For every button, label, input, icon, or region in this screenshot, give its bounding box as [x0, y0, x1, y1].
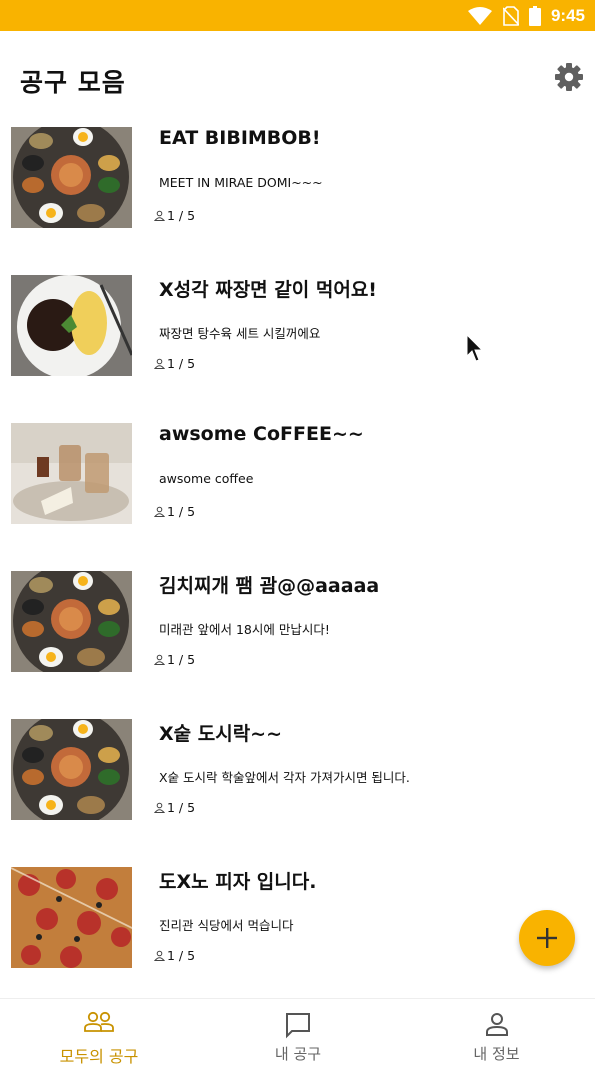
post-image	[11, 719, 132, 820]
chat-icon	[286, 1013, 310, 1039]
post-title: 김치찌개 팸 괌@@aaaaa	[159, 575, 380, 597]
person-icon	[154, 654, 165, 665]
wifi-icon	[467, 6, 492, 25]
post-title: X숱 도시락~~	[159, 723, 283, 745]
participant-count-text: 1 / 5	[167, 504, 196, 519]
post-card[interactable]: awsome CoFFEE~~ awsome coffee 1 / 5	[0, 421, 595, 525]
post-title: EAT BIBIMBOB!	[159, 127, 321, 149]
gear-icon	[555, 63, 583, 91]
status-bar: 9:45	[0, 0, 595, 31]
post-card[interactable]: X숱 도시락~~ X숱 도시락 학술앞에서 각자 가져가시면 됩니다. 1 / …	[0, 717, 595, 821]
participant-count: 1 / 5	[154, 504, 195, 519]
post-title: X성각 짜장면 같이 먹어요!	[159, 279, 377, 301]
post-description: X숱 도시락 학술앞에서 각자 가져가시면 됩니다.	[159, 770, 410, 785]
nav-label: 내 정보	[473, 1045, 520, 1063]
post-image	[11, 127, 132, 228]
nav-item-my-group-buys[interactable]: 내 공구	[199, 999, 397, 1070]
post-title: awsome CoFFEE~~	[159, 423, 364, 445]
post-card[interactable]: EAT BIBIMBOB! MEET IN MIRAE DOMI~~~ 1 / …	[0, 125, 595, 229]
post-image	[11, 571, 132, 672]
participant-count-text: 1 / 5	[167, 800, 196, 815]
participant-count-text: 1 / 5	[167, 948, 196, 963]
mouse-cursor-icon	[466, 334, 484, 362]
post-card[interactable]: 도X노 피자 입니다. 진리관 식당에서 먹습니다 1 / 5	[0, 865, 595, 969]
post-list: EAT BIBIMBOB! MEET IN MIRAE DOMI~~~ 1 / …	[0, 123, 595, 998]
participant-count-text: 1 / 5	[167, 208, 196, 223]
bottom-navigation: 모두의 공구 내 공구 내 정보	[0, 998, 595, 1070]
post-description: awsome coffee	[159, 471, 254, 486]
nav-label: 내 공구	[274, 1045, 322, 1063]
post-card[interactable]: 김치찌개 팸 괌@@aaaaa 미래관 앞에서 18시에 만납시다! 1 / 5	[0, 569, 595, 673]
group-icon	[84, 1011, 114, 1032]
participant-count: 1 / 5	[154, 356, 195, 371]
person-icon	[154, 802, 165, 813]
app-bar: 공구 모음	[0, 31, 595, 123]
participant-count: 1 / 5	[154, 208, 195, 223]
no-sim-icon	[502, 5, 519, 26]
participant-count-text: 1 / 5	[167, 356, 196, 371]
nav-item-all-group-buys[interactable]: 모두의 공구	[0, 999, 198, 1070]
participant-count: 1 / 5	[154, 652, 195, 667]
post-description: 짜장면 탕수육 세트 시킬꺼에요	[159, 326, 321, 341]
post-title: 도X노 피자 입니다.	[159, 871, 317, 893]
participant-count-text: 1 / 5	[167, 652, 196, 667]
person-icon	[485, 1013, 508, 1036]
settings-button[interactable]	[553, 61, 585, 93]
battery-icon	[528, 5, 541, 26]
post-image	[11, 423, 132, 524]
nav-item-my-info[interactable]: 내 정보	[398, 999, 595, 1070]
post-description: MEET IN MIRAE DOMI~~~	[159, 175, 323, 190]
status-time: 9:45	[550, 5, 585, 25]
post-description: 미래관 앞에서 18시에 만납시다!	[159, 622, 330, 637]
post-card[interactable]: X성각 짜장면 같이 먹어요! 짜장면 탕수육 세트 시킬꺼에요 1 / 5	[0, 273, 595, 377]
post-description: 진리관 식당에서 먹습니다	[159, 918, 294, 933]
page-title: 공구 모음	[20, 68, 126, 97]
add-post-button[interactable]	[519, 910, 575, 966]
post-image	[11, 275, 132, 376]
person-icon	[154, 506, 165, 517]
post-image	[11, 867, 132, 968]
nav-label: 모두의 공구	[59, 1047, 139, 1066]
person-icon	[154, 358, 165, 369]
participant-count: 1 / 5	[154, 800, 195, 815]
participant-count: 1 / 5	[154, 948, 195, 963]
plus-icon	[537, 928, 557, 948]
person-icon	[154, 210, 165, 221]
person-icon	[154, 950, 165, 961]
